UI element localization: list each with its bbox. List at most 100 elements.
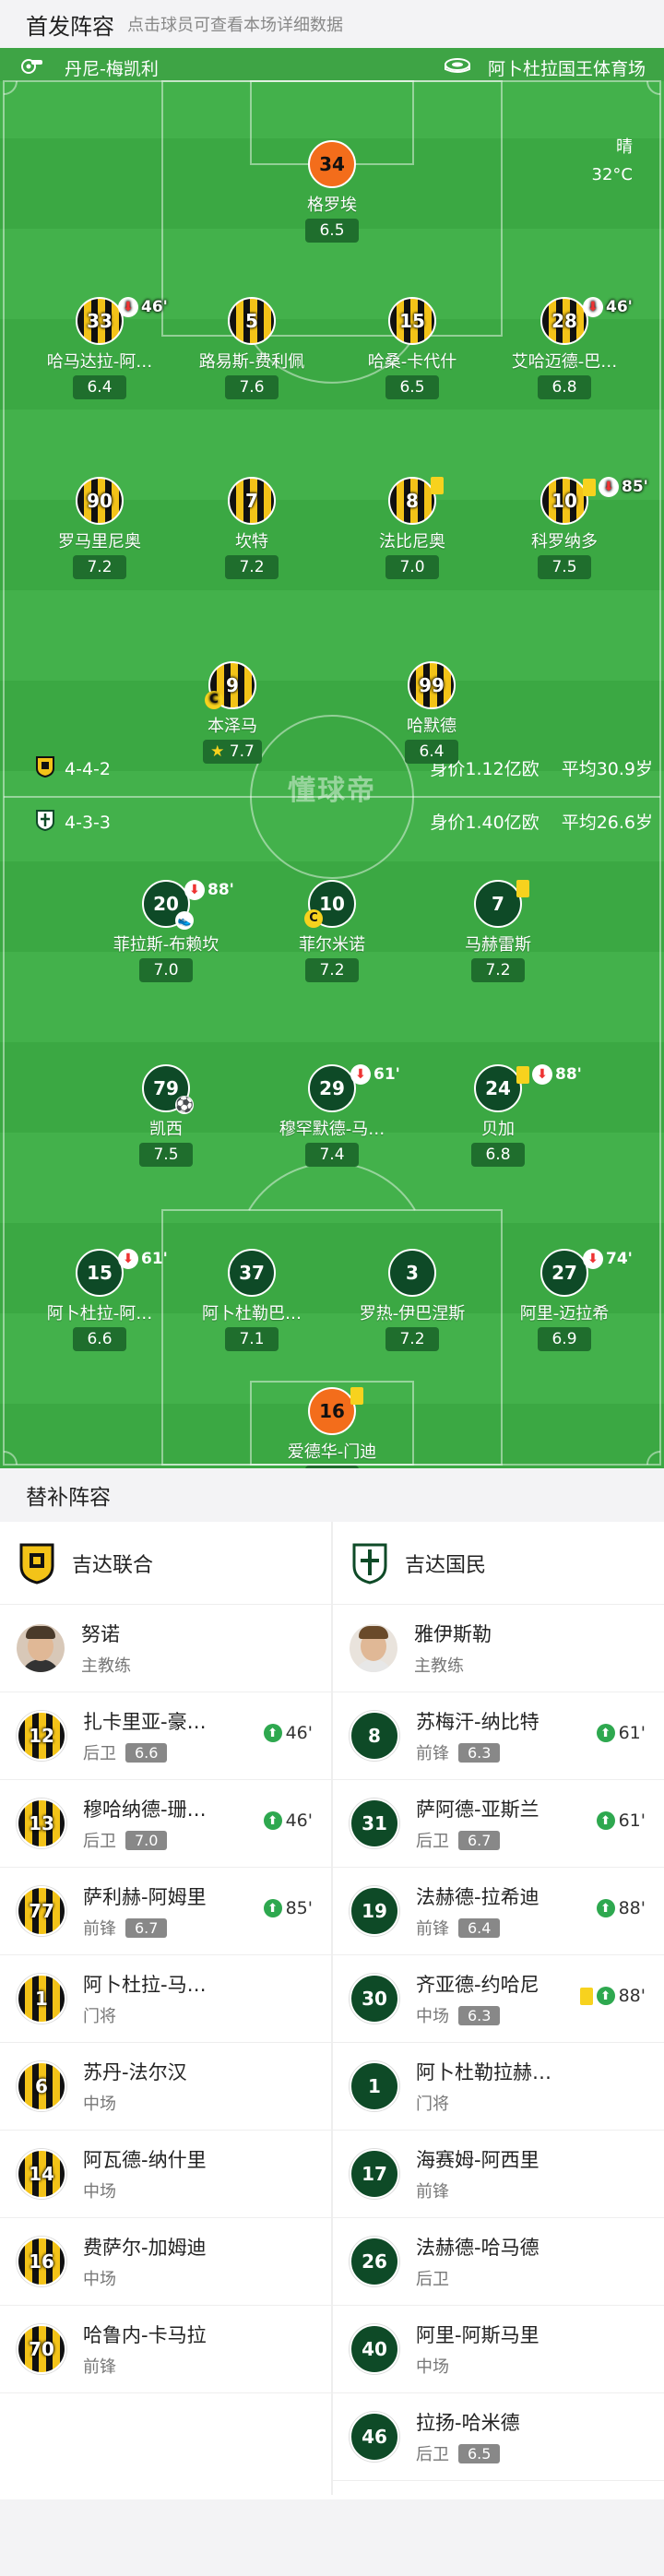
home-sub-meta: 中场 — [83, 2178, 207, 2202]
away-team-badge-icon — [35, 809, 55, 836]
away-player[interactable]: 29 ⬇ 61' 穆罕默德-马… 7.4 — [249, 1064, 415, 1167]
home-sub-number-badge: 13 — [17, 1798, 66, 1848]
away-club-logo-icon — [350, 1540, 390, 1586]
home-sub-row[interactable]: 14 阿瓦德-纳什里 中场 — [0, 2131, 331, 2218]
away-player-rating-value: 7.2 — [319, 961, 345, 979]
away-sub-row[interactable]: 8 苏梅汗-纳比特 前锋 6.3 ⬆ 61' — [333, 1692, 664, 1780]
away-player[interactable]: 24 ⬇ 88' 贝加 6.8 — [415, 1064, 582, 1167]
home-player-rating: 7.0 — [385, 555, 439, 579]
home-sub-row[interactable]: 16 费萨尔-加姆迪 中场 — [0, 2218, 331, 2306]
home-sub-number-badge: 16 — [17, 2237, 66, 2286]
away-player[interactable]: 20 👟 ⬇ 88' 菲拉斯-布赖坎 7.0 — [83, 880, 249, 982]
home-player-rating: 7.2 — [73, 555, 126, 579]
away-sub-row[interactable]: 17 海赛姆-阿西里 前锋 — [333, 2131, 664, 2218]
home-sub-row[interactable]: 12 扎卡里亚-豪… 后卫 6.6 ⬆ 46' — [0, 1692, 331, 1780]
home-sub-row[interactable]: 13 穆哈纳德-珊… 后卫 7.0 ⬆ 46' — [0, 1780, 331, 1868]
away-sub-row[interactable]: 31 萨阿德-亚斯兰 后卫 6.7 ⬆ 61' — [333, 1780, 664, 1868]
home-sub-position: 中场 — [83, 2095, 116, 2114]
home-player-shirt: 34 — [308, 140, 356, 188]
home-player[interactable]: 33 ⬇ 46' 哈马达拉-阿… 6.4 — [17, 297, 183, 399]
away-sub-info: 阿卜杜勒拉赫… 门将 — [416, 2058, 551, 2115]
away-sub-meta: 前锋 6.3 — [416, 1740, 540, 1764]
home-sub-info: 费萨尔-加姆迪 中场 — [83, 2233, 207, 2290]
home-player[interactable]: 8 法比尼奥 7.0 — [329, 477, 495, 579]
away-sub-meta: 后卫 6.5 — [416, 2441, 520, 2465]
home-subs-column: 吉达联合 努诺 主教练 12 扎卡里亚-豪… 后卫 6.6 ⬆ 46' 13 穆哈纳德-珊… 后… — [0, 1522, 331, 2393]
away-coach-row[interactable]: 雅伊斯勒 主教练 — [333, 1605, 664, 1692]
home-player[interactable]: 9 C 本泽马 ★ 7.7 — [149, 661, 315, 764]
away-sub-row[interactable]: 1 阿卜杜勒拉赫… 门将 — [333, 2043, 664, 2131]
away-team-row[interactable]: 吉达国民 — [333, 1522, 664, 1605]
home-sub-number-badge: 14 — [17, 2149, 66, 2199]
away-sub-number-badge: 1 — [350, 2061, 399, 2111]
home-player-number: 34 — [319, 153, 345, 175]
away-player-shirt: 10 C — [304, 880, 356, 928]
home-player[interactable]: 7 坎特 7.2 — [169, 477, 335, 579]
home-player-shirt: 7 — [228, 477, 276, 525]
away-player[interactable]: 7 马赫雷斯 7.2 — [415, 880, 581, 982]
home-player-rating: 6.4 — [405, 740, 458, 764]
sub-in-arrow-icon: ⬆ — [596, 1811, 615, 1830]
home-sub-position: 后卫 — [83, 1744, 116, 1763]
away-player[interactable]: 37 阿卜杜勒巴… 7.1 — [169, 1249, 335, 1351]
away-sub-row[interactable]: 40 阿里-阿斯马里 中场 — [333, 2306, 664, 2393]
away-sub-row[interactable]: 30 齐亚德-约哈尼 中场 6.3 ⬆ 88' — [333, 1955, 664, 2043]
home-player-rating-value: 6.4 — [419, 742, 445, 761]
home-team-row[interactable]: 吉达联合 — [0, 1522, 331, 1605]
away-sub-row[interactable]: 26 法赫德-哈马德 后卫 — [333, 2218, 664, 2306]
away-player[interactable]: 27 ⬇ 74' 阿里-迈拉希 6.9 — [481, 1249, 647, 1351]
away-sub-row[interactable]: 46 拉扬-哈米德 后卫 6.5 — [333, 2393, 664, 2481]
home-sub-info: 萨利赫-阿姆里 前锋 6.7 — [83, 1882, 207, 1940]
away-sub-name: 齐亚德-约哈尼 — [416, 1974, 540, 1996]
away-player-name: 阿里-迈拉希 — [519, 1304, 610, 1324]
home-sub-info: 阿瓦德-纳什里 中场 — [83, 2145, 207, 2202]
yellow-card-icon — [516, 1065, 529, 1084]
home-sub-row[interactable]: 1 阿卜杜拉-马… 门将 — [0, 1955, 331, 2043]
home-player[interactable]: 90 罗马里尼奥 7.2 — [17, 477, 183, 579]
home-player-number: 15 — [399, 310, 425, 332]
home-sub-info: 苏丹-法尔汉 中场 — [83, 2058, 187, 2115]
away-sub-row[interactable]: 19 法赫德-拉希迪 前锋 6.4 ⬆ 88' — [333, 1868, 664, 1955]
away-player-name: 阿卜杜勒巴… — [202, 1304, 302, 1324]
home-player-name: 坎特 — [235, 532, 268, 552]
away-sub-number-badge: 17 — [350, 2149, 399, 2199]
captain-icon: C — [205, 691, 223, 709]
home-sub-name: 阿卜杜拉-马… — [83, 1974, 207, 1996]
home-player-shirt: 10 ⬇ 85' — [540, 477, 648, 525]
away-sub-info: 阿里-阿斯马里 中场 — [416, 2321, 540, 2378]
home-player-name: 哈桑-卡代什 — [367, 352, 457, 372]
home-sub-name: 阿瓦德-纳什里 — [83, 2149, 207, 2171]
home-player[interactable]: 34 格罗埃 6.5 — [249, 140, 415, 243]
away-player-number: 10 — [319, 893, 345, 915]
away-sub-in: ⬆ 61' — [596, 1723, 646, 1743]
away-player[interactable]: 16爱德华-门迪7.3 — [249, 1387, 415, 1468]
away-coach-role: 主教练 — [414, 1656, 464, 1676]
away-player-rating: 7.1 — [225, 1327, 279, 1351]
home-player[interactable]: 5 路易斯-费利佩 7.6 — [169, 297, 335, 399]
sub-out-icon: ⬇ — [350, 1064, 371, 1085]
home-sub-info: 扎卡里亚-豪… 后卫 6.6 — [83, 1707, 207, 1764]
home-player[interactable]: 15 哈桑-卡代什 6.5 — [329, 297, 495, 399]
home-sub-row[interactable]: 77 萨利赫-阿姆里 前锋 6.7 ⬆ 85' — [0, 1868, 331, 1955]
home-team-name: 吉达联合 — [72, 1553, 154, 1577]
away-player[interactable]: 79 ⚽ 凯西 7.5 — [83, 1064, 249, 1167]
away-sub-position: 后卫 — [416, 1832, 449, 1851]
away-sub-info: 齐亚德-约哈尼 中场 6.3 — [416, 1970, 540, 2027]
home-sub-row[interactable]: 6 苏丹-法尔汉 中场 — [0, 2043, 331, 2131]
home-sub-position: 后卫 — [83, 1832, 116, 1851]
away-player[interactable]: 10 C 菲尔米诺 7.2 — [249, 880, 415, 982]
home-sub-name: 苏丹-法尔汉 — [83, 2061, 187, 2083]
away-player-number: 15 — [87, 1262, 113, 1284]
home-player-rating: 6.4 — [73, 375, 126, 399]
sub-out-icon: ⬇ — [583, 1249, 603, 1269]
watermark: 懂球帝 — [288, 775, 376, 807]
home-player[interactable]: 99 哈默德 6.4 — [349, 661, 515, 764]
away-player[interactable]: 3 罗热-伊巴涅斯 7.2 — [329, 1249, 495, 1351]
home-coach-row[interactable]: 努诺 主教练 — [0, 1605, 331, 1692]
home-player[interactable]: 10 ⬇ 85' 科罗纳多 7.5 — [481, 477, 648, 579]
away-player-number: 3 — [406, 1262, 419, 1284]
away-player[interactable]: 15 ⬇ 61' 阿卜杜拉-阿… 6.6 — [17, 1249, 183, 1351]
home-sub-row[interactable]: 70 哈鲁内-卡马拉 前锋 — [0, 2306, 331, 2393]
home-player[interactable]: 28 ⬇ 46' 艾哈迈德-巴… 6.8 — [481, 297, 647, 399]
home-team-badge-icon — [35, 755, 55, 782]
